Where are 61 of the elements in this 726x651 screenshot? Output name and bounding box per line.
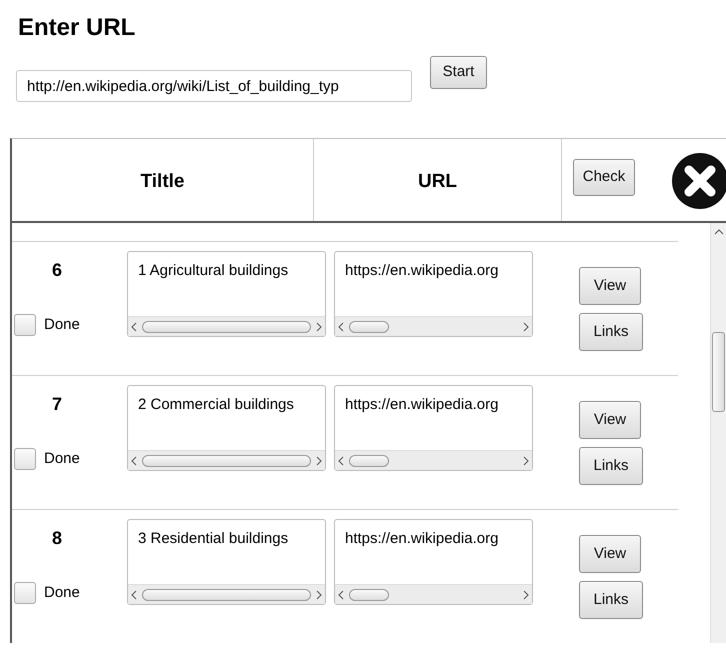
horizontal-scrollbar[interactable] [335, 450, 532, 470]
url-input[interactable]: http://en.wikipedia.org/wiki/List_of_building_typ [16, 70, 412, 102]
scroll-left-icon[interactable] [337, 590, 345, 600]
horizontal-scrollbar[interactable] [335, 316, 532, 336]
scrollbar-thumb[interactable] [142, 588, 311, 600]
checkbox-label: Done [44, 315, 80, 335]
field-value: https://en.wikipedia.org [345, 396, 498, 413]
row-number: 7 [52, 393, 62, 416]
scrollbar-thumb[interactable] [142, 320, 311, 332]
field-value: https://en.wikipedia.org [345, 262, 498, 279]
column-header: URL [314, 139, 562, 221]
scroll-right-icon[interactable] [522, 590, 530, 600]
scroll-left-icon[interactable] [130, 590, 138, 600]
scrollbar-thumb[interactable] [142, 454, 311, 466]
text-field[interactable]: 3 Residential buildings [127, 519, 326, 605]
scrollbar-thumb[interactable] [349, 588, 389, 600]
horizontal-scrollbar[interactable] [128, 584, 325, 604]
start-button[interactable]: Start [430, 56, 487, 89]
text-field[interactable]: https://en.wikipedia.org [334, 385, 533, 471]
links-button[interactable]: Links [579, 313, 643, 351]
field-value: 2 Commercial buildings [138, 396, 294, 413]
links-button[interactable]: Links [579, 447, 643, 485]
checkbox-label: Done [44, 449, 80, 469]
text-field[interactable]: https://en.wikipedia.org [334, 251, 533, 337]
view-button[interactable]: View [579, 401, 641, 439]
field-value: https://en.wikipedia.org [345, 530, 498, 547]
scroll-left-icon[interactable] [130, 322, 138, 332]
text-field[interactable]: 2 Commercial buildings [127, 385, 326, 471]
text-field[interactable]: https://en.wikipedia.org [334, 519, 533, 605]
column-header: Tiltle [12, 139, 314, 221]
scroll-left-icon[interactable] [337, 322, 345, 332]
view-button[interactable]: View [579, 267, 641, 305]
horizontal-scrollbar[interactable] [335, 584, 532, 604]
checkbox-label: Done [44, 583, 80, 603]
scroll-right-icon[interactable] [315, 456, 323, 466]
view-button[interactable]: View [579, 535, 641, 573]
scroll-up-icon[interactable] [714, 228, 724, 236]
row-number: 6 [52, 259, 62, 282]
scroll-right-icon[interactable] [522, 322, 530, 332]
field-value: 1 Agricultural buildings [138, 262, 288, 279]
scroll-left-icon[interactable] [130, 456, 138, 466]
scrollbar-thumb[interactable] [349, 454, 389, 466]
row-number: 8 [52, 527, 62, 550]
check-button[interactable]: Check [573, 159, 635, 196]
text-field[interactable]: 1 Agricultural buildings [127, 251, 326, 337]
links-button[interactable]: Links [579, 581, 643, 619]
vertical-scrollbar[interactable] [710, 223, 726, 643]
close-icon[interactable] [670, 151, 726, 211]
scroll-right-icon[interactable] [315, 322, 323, 332]
scroll-left-icon[interactable] [337, 456, 345, 466]
horizontal-scrollbar[interactable] [128, 316, 325, 336]
done-checkbox[interactable] [14, 314, 36, 336]
scroll-right-icon[interactable] [315, 590, 323, 600]
done-checkbox[interactable] [14, 582, 36, 604]
horizontal-scrollbar[interactable] [128, 450, 325, 470]
scroll-right-icon[interactable] [522, 456, 530, 466]
field-value: 3 Residential buildings [138, 530, 288, 547]
done-checkbox[interactable] [14, 448, 36, 470]
scrollbar-thumb[interactable] [712, 332, 725, 412]
page-heading: Enter URL [18, 13, 136, 43]
scrollbar-thumb[interactable] [349, 320, 389, 332]
